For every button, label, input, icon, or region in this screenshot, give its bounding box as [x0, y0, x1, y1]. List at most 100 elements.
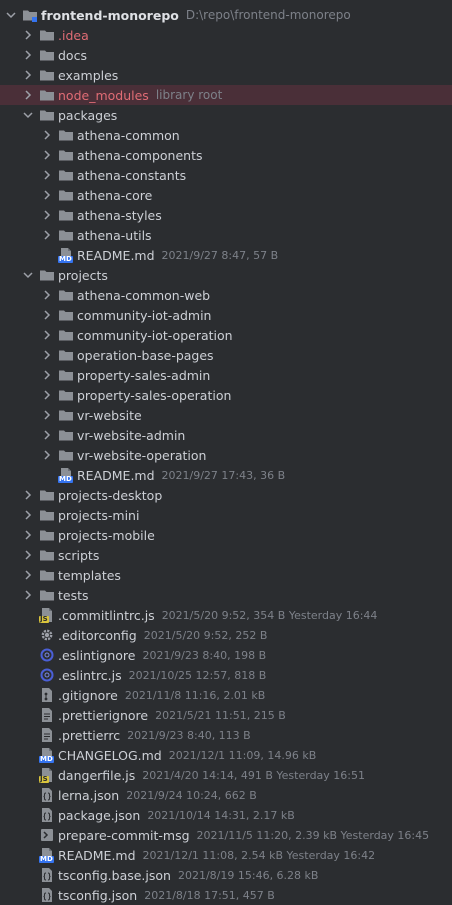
folder-row-templates[interactable]: templates [0, 565, 452, 585]
chevron-right-icon[interactable] [41, 228, 53, 242]
chevron-right-icon[interactable] [22, 568, 34, 582]
file-row-dangerfile-js[interactable]: JS dangerfile.js 2021/4/20 14:14, 491 B Ye… [0, 765, 452, 785]
chevron-right-icon[interactable] [41, 368, 53, 382]
folder-row-athena-constants[interactable]: athena-constants [0, 165, 452, 185]
file-row-readme-md[interactable]: MD README.md 2021/12/1 11:08, 2.54 kB Yest… [0, 845, 452, 865]
text-file-icon [39, 707, 55, 723]
item-name: operation-base-pages [77, 347, 214, 363]
markdown-badge: MD [58, 255, 73, 263]
chevron-right-icon[interactable] [22, 28, 34, 42]
item-name: property-sales-admin [77, 367, 211, 383]
folder-row-packages[interactable]: packages [0, 105, 452, 125]
folder-icon [58, 287, 74, 303]
chevron-right-icon[interactable] [41, 168, 53, 182]
item-name: projects-mini [58, 507, 140, 523]
item-name: community-iot-operation [77, 327, 233, 343]
file-row-prettierrc[interactable]: .prettierrc 2021/9/23 8:40, 113 B [0, 725, 452, 745]
file-row-changelog-md[interactable]: MD CHANGELOG.md 2021/12/1 11:09, 14.96 kB [0, 745, 452, 765]
chevron-right-icon[interactable] [41, 128, 53, 142]
file-row-readme-md[interactable]: MD README.md 2021/9/27 17:43, 36 B [0, 465, 452, 485]
folder-icon [58, 407, 74, 423]
file-meta: 2021/9/27 8:47, 57 B [161, 248, 279, 262]
file-row-prepare-commit-msg[interactable]: prepare-commit-msg 2021/11/5 11:20, 2.39 … [0, 825, 452, 845]
folder-row-node-modules[interactable]: node_modules library root [0, 85, 452, 105]
folder-row-projects[interactable]: projects [0, 265, 452, 285]
file-row-gitignore[interactable]: .gitignore 2021/11/8 11:16, 2.01 kB [0, 685, 452, 705]
chevron-right-icon[interactable] [41, 408, 53, 422]
folder-row-projects-mini[interactable]: projects-mini [0, 505, 452, 525]
file-row-prettierignore[interactable]: .prettierignore 2021/5/21 11:51, 215 B [0, 705, 452, 725]
item-name: athena-common-web [77, 287, 211, 303]
item-name: README.md [77, 467, 155, 483]
text-file-icon [39, 727, 55, 743]
chevron-right-icon[interactable] [22, 68, 34, 82]
chevron-down-icon[interactable] [22, 108, 34, 122]
item-name: tsconfig.json [58, 887, 138, 903]
folder-row-tests[interactable]: tests [0, 585, 452, 605]
chevron-right-icon[interactable] [41, 448, 53, 462]
folder-row-athena-common-web[interactable]: athena-common-web [0, 285, 452, 305]
chevron-right-icon[interactable] [22, 508, 34, 522]
chevron-right-icon[interactable] [41, 328, 53, 342]
folder-row-docs[interactable]: docs [0, 45, 452, 65]
chevron-right-icon[interactable] [41, 188, 53, 202]
folder-icon [58, 307, 74, 323]
project-root-row[interactable]: frontend-monorepo D:\repo\frontend-monor… [0, 5, 452, 25]
chevron-right-icon[interactable] [22, 88, 34, 102]
chevron-right-icon[interactable] [22, 528, 34, 542]
chevron-right-icon[interactable] [22, 48, 34, 62]
file-row-tsconfig-json[interactable]: tsconfig.json 2021/8/18 17:51, 457 B [0, 885, 452, 905]
file-row-tsconfig-base-json[interactable]: tsconfig.base.json 2021/8/19 15:46, 6.28 … [0, 865, 452, 885]
file-row-lerna-json[interactable]: lerna.json 2021/9/24 10:24, 662 B [0, 785, 452, 805]
folder-row-vr-website[interactable]: vr-website [0, 405, 452, 425]
json-icon [39, 867, 55, 883]
item-name: docs [58, 47, 87, 63]
folder-row-athena-components[interactable]: athena-components [0, 145, 452, 165]
chevron-right-icon[interactable] [41, 148, 53, 162]
folder-row-community-iot-operation[interactable]: community-iot-operation [0, 325, 452, 345]
folder-row-vr-website-admin[interactable]: vr-website-admin [0, 425, 452, 445]
folder-row-projects-desktop[interactable]: projects-desktop [0, 485, 452, 505]
chevron-right-icon[interactable] [22, 588, 34, 602]
chevron-down-icon[interactable] [22, 268, 34, 282]
folder-row-community-iot-admin[interactable]: community-iot-admin [0, 305, 452, 325]
folder-icon [58, 227, 74, 243]
folder-row-examples[interactable]: examples [0, 65, 452, 85]
item-name: projects [58, 267, 108, 283]
folder-row-vr-website-operation[interactable]: vr-website-operation [0, 445, 452, 465]
chevron-right-icon[interactable] [41, 208, 53, 222]
file-row-package-json[interactable]: package.json 2021/10/14 14:31, 2.17 kB [0, 805, 452, 825]
folder-row-operation-base-pages[interactable]: operation-base-pages [0, 345, 452, 365]
chevron-down-icon[interactable] [5, 8, 17, 22]
item-name: .eslintrc.js [58, 667, 122, 683]
folder-icon [58, 147, 74, 163]
item-name: community-iot-admin [77, 307, 212, 323]
chevron-right-icon[interactable] [41, 288, 53, 302]
chevron-right-icon[interactable] [22, 548, 34, 562]
file-row-eslintrc-js[interactable]: .eslintrc.js 2021/10/25 12:57, 818 B [0, 665, 452, 685]
folder-row-idea[interactable]: .idea [0, 25, 452, 45]
folder-row-athena-core[interactable]: athena-core [0, 185, 452, 205]
folder-row-athena-utils[interactable]: athena-utils [0, 225, 452, 245]
item-name: dangerfile.js [58, 767, 136, 783]
folder-row-projects-mobile[interactable]: projects-mobile [0, 525, 452, 545]
folder-row-property-sales-admin[interactable]: property-sales-admin [0, 365, 452, 385]
folder-row-athena-styles[interactable]: athena-styles [0, 205, 452, 225]
chevron-right-icon[interactable] [41, 308, 53, 322]
folder-row-property-sales-operation[interactable]: property-sales-operation [0, 385, 452, 405]
chevron-right-icon[interactable] [41, 388, 53, 402]
file-row-editorconfig[interactable]: .editorconfig 2021/5/20 9:52, 252 B [0, 625, 452, 645]
chevron-right-icon[interactable] [41, 428, 53, 442]
item-name: athena-core [77, 187, 153, 203]
file-meta: 2021/12/1 11:09, 14.96 kB [168, 748, 317, 762]
file-row-eslintignore[interactable]: .eslintignore 2021/9/23 8:40, 198 B [0, 645, 452, 665]
chevron-right-icon[interactable] [41, 348, 53, 362]
folder-row-athena-common[interactable]: athena-common [0, 125, 452, 145]
folder-row-scripts[interactable]: scripts [0, 545, 452, 565]
item-name: projects-desktop [58, 487, 163, 503]
file-row-readme-md[interactable]: MD README.md 2021/9/27 8:47, 57 B [0, 245, 452, 265]
file-row-commitlintrc-js[interactable]: JS .commitlintrc.js 2021/5/20 9:52, 354 B … [0, 605, 452, 625]
folder-icon [39, 87, 55, 103]
chevron-right-icon[interactable] [22, 488, 34, 502]
javascript-icon: JS [39, 607, 55, 623]
